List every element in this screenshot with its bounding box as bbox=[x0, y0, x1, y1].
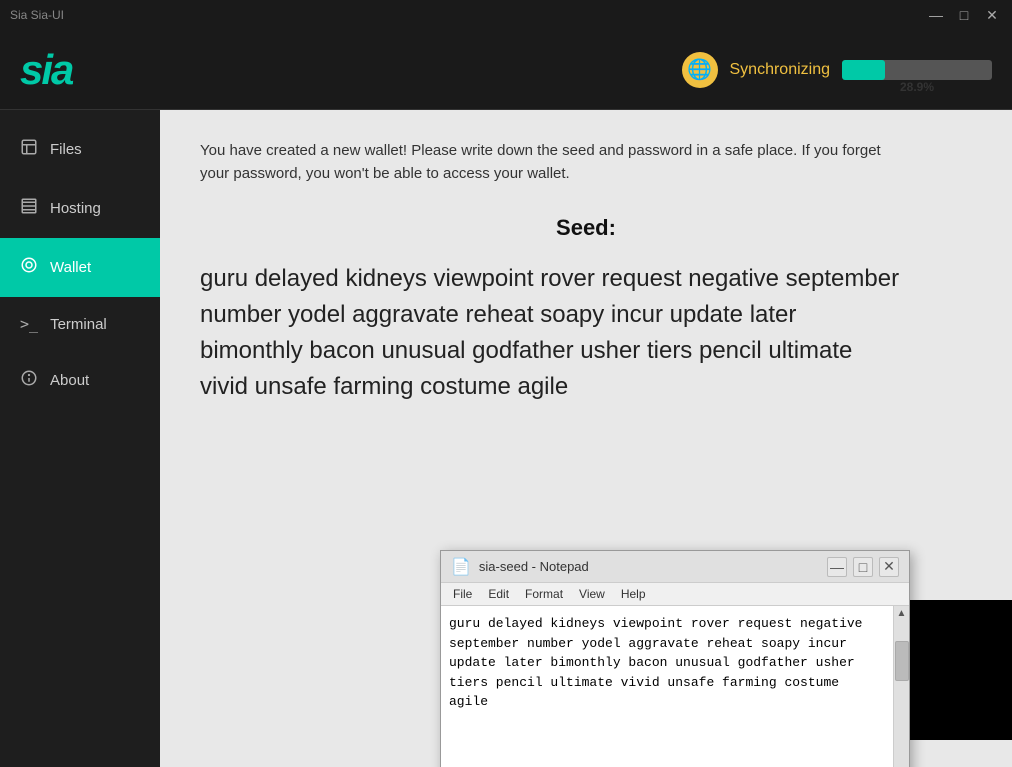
terminal-label: Terminal bbox=[50, 316, 107, 333]
notepad-menu-help[interactable]: Help bbox=[613, 585, 654, 603]
sidebar-item-about[interactable]: About bbox=[0, 351, 160, 410]
notepad-body: ▲ ▼ bbox=[441, 606, 909, 767]
notepad-window: 📄 sia-seed - Notepad — □ ✕ File Edit For… bbox=[440, 550, 910, 767]
notepad-maximize-button[interactable]: □ bbox=[853, 557, 873, 577]
sync-area: 🌐 Synchronizing 28.9% bbox=[682, 52, 993, 88]
wallet-label: Wallet bbox=[50, 259, 91, 276]
progress-bar-container: 28.9% bbox=[842, 60, 992, 80]
notepad-menu-format[interactable]: Format bbox=[517, 585, 571, 603]
notepad-menu-file[interactable]: File bbox=[445, 585, 480, 603]
titlebar-controls: — □ ✕ bbox=[926, 5, 1002, 25]
titlebar-title: Sia Sia-UI bbox=[10, 8, 64, 22]
titlebar: Sia Sia-UI — □ ✕ bbox=[0, 0, 1012, 30]
scrollbar-thumb[interactable] bbox=[895, 641, 909, 681]
about-icon bbox=[20, 369, 38, 392]
progress-fill bbox=[842, 60, 885, 80]
notepad-menu-view[interactable]: View bbox=[571, 585, 613, 603]
notice-text: You have created a new wallet! Please wr… bbox=[200, 140, 900, 185]
notepad-menu: File Edit Format View Help bbox=[441, 583, 909, 606]
maximize-button[interactable]: □ bbox=[954, 5, 974, 25]
files-label: Files bbox=[50, 141, 82, 158]
notepad-title: sia-seed - Notepad bbox=[479, 559, 589, 574]
sidebar-item-terminal[interactable]: >_ Terminal bbox=[0, 297, 160, 351]
close-button[interactable]: ✕ bbox=[982, 5, 1002, 25]
header: sia 🌐 Synchronizing 28.9% bbox=[0, 30, 1012, 110]
logo: sia bbox=[20, 46, 72, 94]
sidebar-item-hosting[interactable]: Hosting bbox=[0, 179, 160, 238]
wallet-icon bbox=[20, 256, 38, 279]
sync-label: Synchronizing bbox=[730, 61, 831, 79]
notepad-controls: — □ ✕ bbox=[827, 557, 899, 577]
globe-icon: 🌐 bbox=[682, 52, 718, 88]
hosting-label: Hosting bbox=[50, 200, 101, 217]
progress-track: 28.9% bbox=[842, 60, 992, 80]
notepad-titlebar: 📄 sia-seed - Notepad — □ ✕ bbox=[441, 551, 909, 583]
notepad-title-left: 📄 sia-seed - Notepad bbox=[451, 557, 589, 577]
seed-words: guru delayed kidneys viewpoint rover req… bbox=[200, 261, 900, 405]
notepad-content[interactable] bbox=[441, 606, 893, 767]
notepad-menu-edit[interactable]: Edit bbox=[480, 585, 517, 603]
files-icon bbox=[20, 138, 38, 161]
terminal-icon: >_ bbox=[20, 315, 38, 333]
main-layout: Files Hosting Wallet >_ Terminal About Y… bbox=[0, 110, 1012, 767]
notepad-icon: 📄 bbox=[451, 557, 471, 577]
logo-text: sia bbox=[20, 46, 72, 94]
notepad-close-button[interactable]: ✕ bbox=[879, 557, 899, 577]
sidebar-item-wallet[interactable]: Wallet bbox=[0, 238, 160, 297]
scrollbar-up[interactable]: ▲ bbox=[897, 606, 907, 621]
minimize-button[interactable]: — bbox=[926, 5, 946, 25]
notepad-minimize-button[interactable]: — bbox=[827, 557, 847, 577]
sidebar-item-files[interactable]: Files bbox=[0, 120, 160, 179]
hosting-icon bbox=[20, 197, 38, 220]
notepad-scrollbar: ▲ ▼ bbox=[893, 606, 909, 767]
about-label: About bbox=[50, 372, 89, 389]
seed-label: Seed: bbox=[200, 215, 972, 241]
sidebar: Files Hosting Wallet >_ Terminal About bbox=[0, 110, 160, 767]
content-area: You have created a new wallet! Please wr… bbox=[160, 110, 1012, 767]
